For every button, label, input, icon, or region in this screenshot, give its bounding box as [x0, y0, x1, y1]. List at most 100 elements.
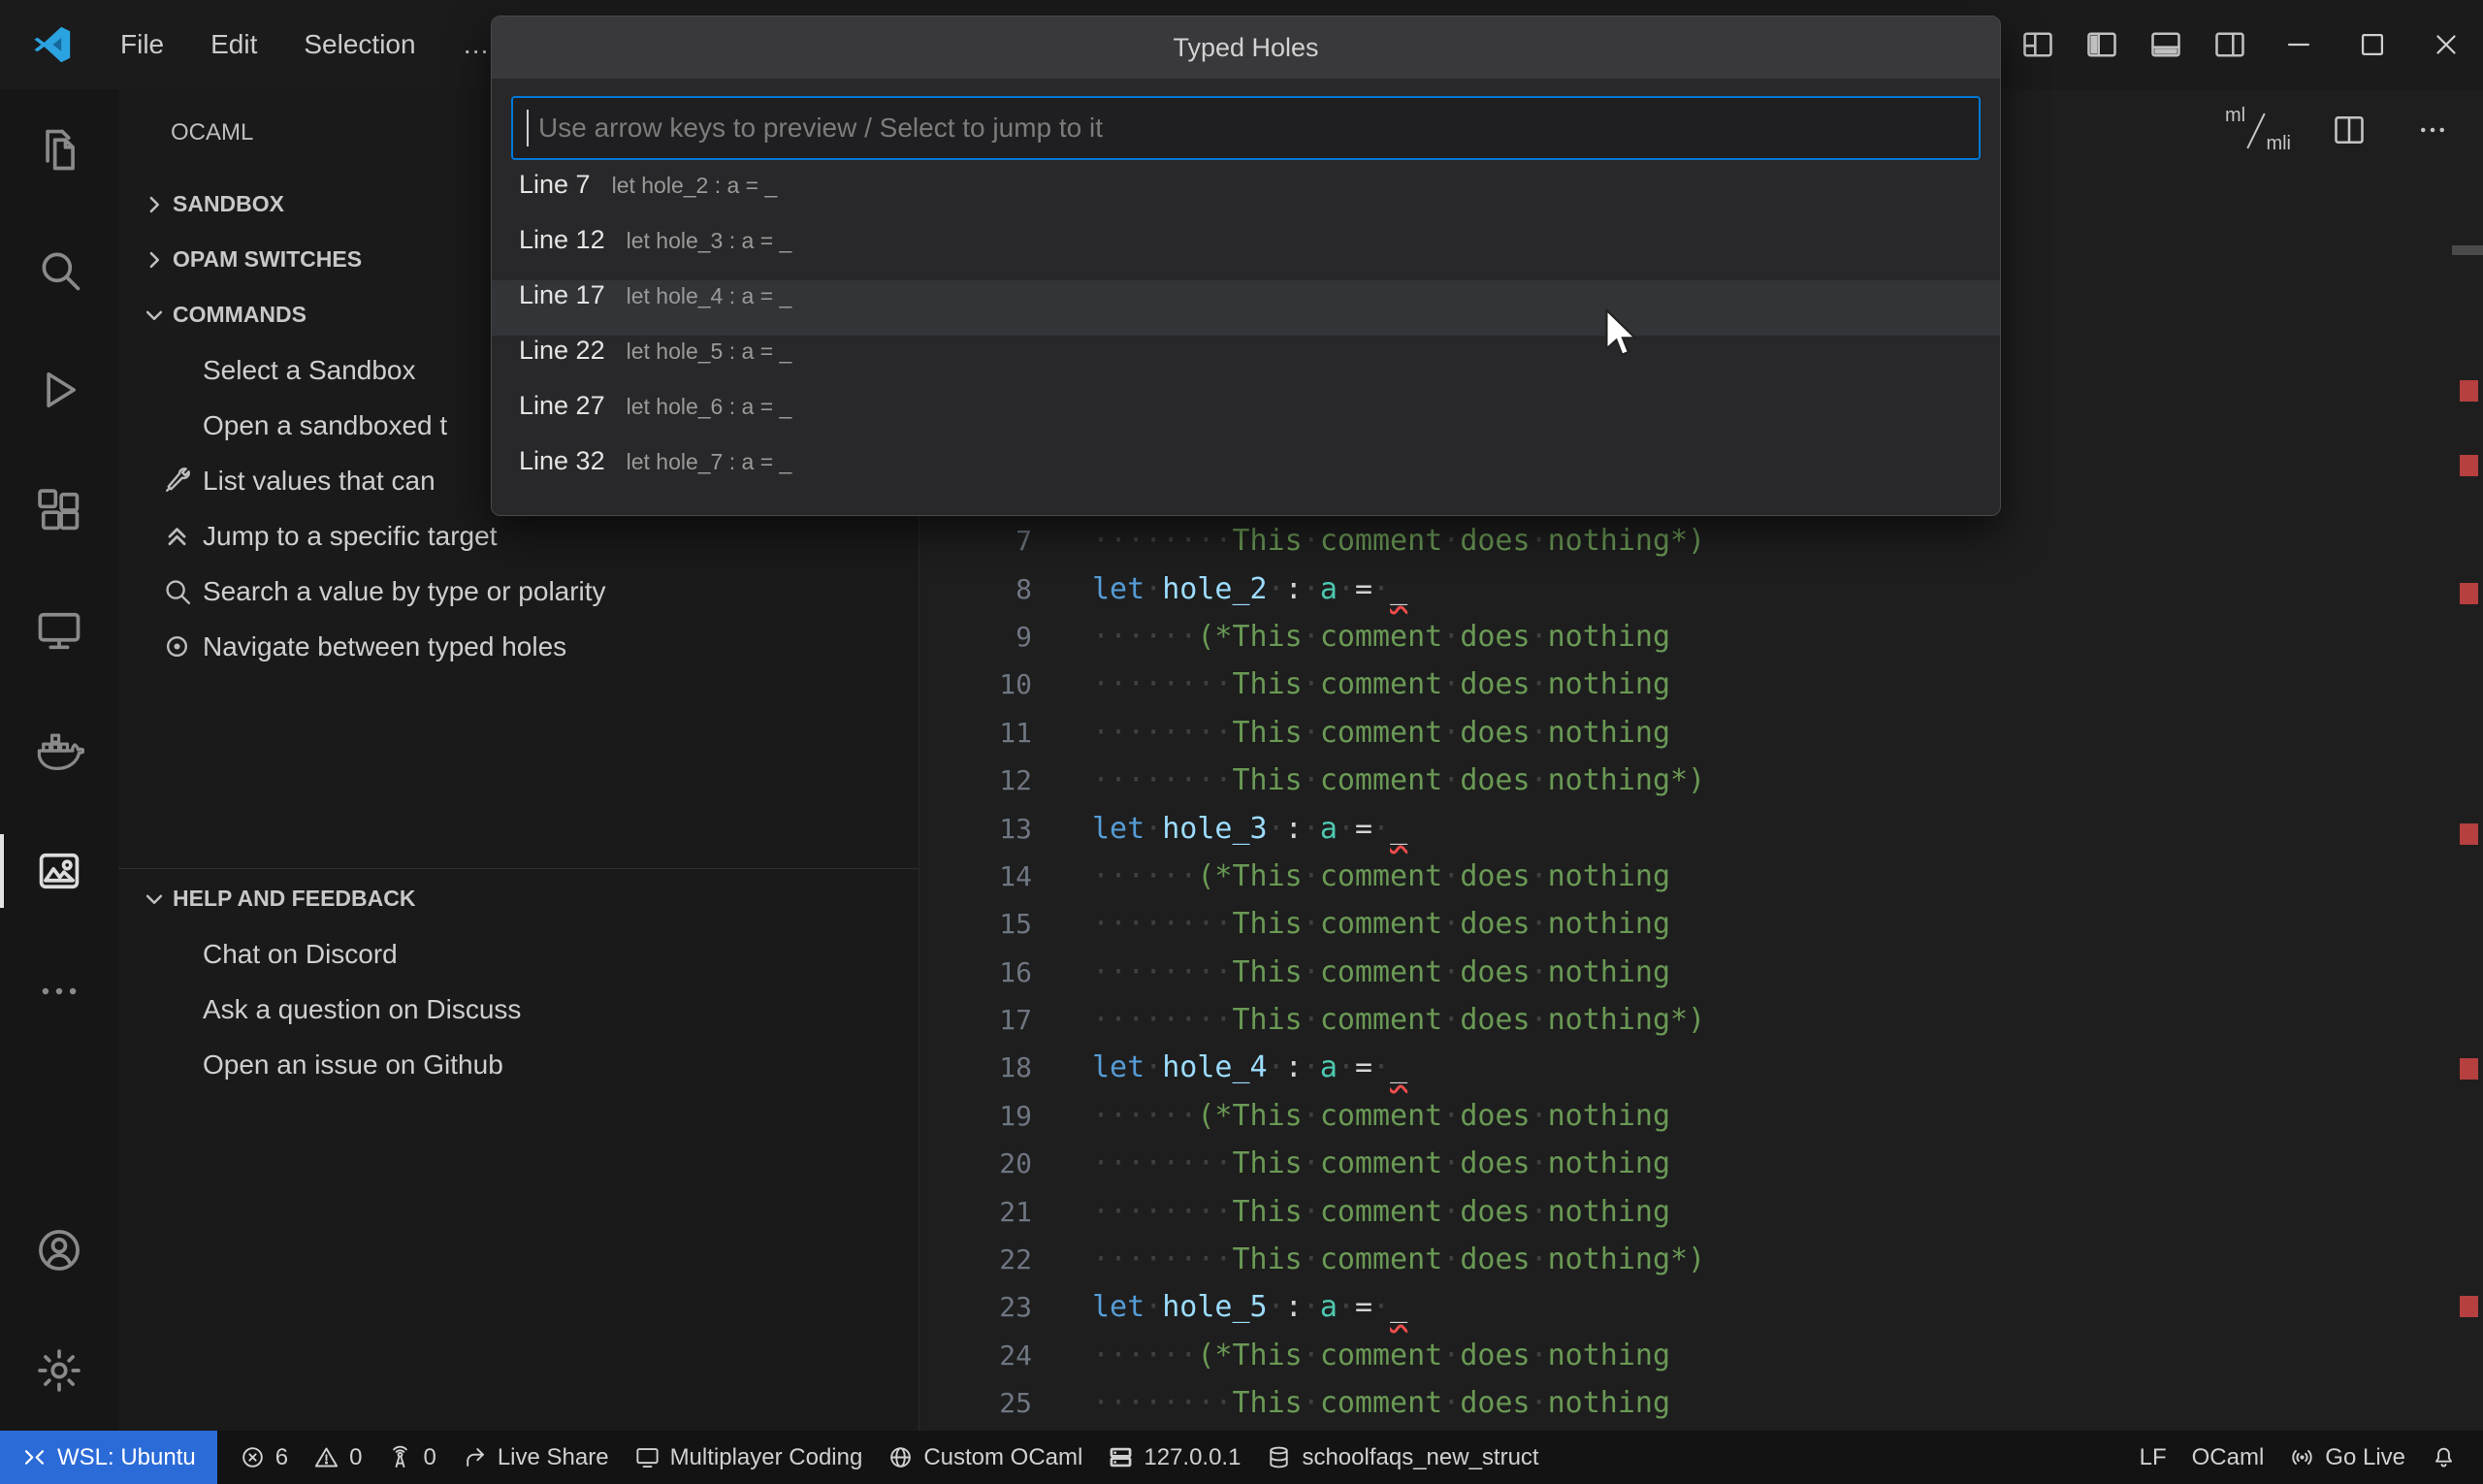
status-go-live[interactable]: Go Live [2276, 1431, 2418, 1484]
code-line-23[interactable]: 23let·hole_5·:·a·=·_ [919, 1283, 2444, 1331]
menu-file[interactable]: File [97, 16, 187, 74]
activity-more[interactable] [0, 931, 118, 1051]
activity-explorer[interactable] [0, 89, 118, 210]
quickpick-item-line-22[interactable]: Line 22 let hole_5 : a = _ [492, 336, 2000, 391]
activity-remote-explorer[interactable] [0, 570, 118, 691]
toggle-secondary-sidebar-icon[interactable] [2198, 13, 2262, 77]
status-language-mode[interactable]: OCaml [2179, 1431, 2277, 1484]
command-search-a-value-by-type-or-polarity[interactable]: Search a value by type or polarity [118, 564, 919, 619]
activity-run-debug[interactable] [0, 330, 118, 450]
line-number: 22 [919, 1243, 1032, 1275]
toggle-panel-icon[interactable] [2134, 13, 2198, 77]
code-line-18[interactable]: 18let·hole_4·:·a·=·_ [919, 1044, 2444, 1091]
close-button[interactable] [2409, 0, 2483, 89]
line-number: 12 [919, 764, 1032, 796]
code-line-19[interactable]: 19······(*This·comment·does·nothing [919, 1092, 2444, 1140]
command-label: Open a sandboxed t [203, 410, 447, 441]
status-local-ip[interactable]: 127.0.0.1 [1095, 1431, 1253, 1484]
status-notifications[interactable] [2418, 1431, 2469, 1484]
status-remote-indicator[interactable]: WSL: Ubuntu [0, 1431, 217, 1484]
status-label: schoolfaqs_new_struct [1302, 1444, 1538, 1471]
line-number: 15 [919, 908, 1032, 940]
command-label: List values that can [203, 466, 435, 497]
code-line-25[interactable]: 25········This·comment·does·nothing [919, 1379, 2444, 1427]
error-icon [240, 1444, 266, 1470]
code-line-11[interactable]: 11········This·comment·does·nothing [919, 709, 2444, 757]
quick-pick-input[interactable] [511, 96, 1981, 160]
code-line-13[interactable]: 13let·hole_3·:·a·=·_ [919, 804, 2444, 852]
command-navigate-between-typed-holes[interactable]: Navigate between typed holes [118, 619, 919, 674]
status-warnings[interactable]: 0 [301, 1431, 374, 1484]
quick-pick-input-wrap [511, 96, 1981, 160]
code-line-10[interactable]: 10········This·comment·does·nothing [919, 661, 2444, 708]
split-editor-icon[interactable] [2322, 103, 2376, 157]
command-jump-to-a-specific-target[interactable]: Jump to a specific target [118, 508, 919, 564]
activity-settings[interactable] [0, 1310, 118, 1431]
status-ports[interactable]: 0 [374, 1431, 448, 1484]
code-line-22[interactable]: 22 ········This·comment·does·nothing*) [919, 1236, 2444, 1283]
status-multiplayer-coding[interactable]: Multiplayer Coding [622, 1431, 876, 1484]
status-workspace-db[interactable]: schoolfaqs_new_struct [1253, 1431, 1551, 1484]
status-label: 6 [275, 1444, 288, 1471]
code-text: ········This·comment·does·nothing*) [1092, 524, 1705, 558]
command-open-an-issue-on-github[interactable]: Open an issue on Github [118, 1037, 919, 1092]
quickpick-item-detail: let hole_5 : a = _ [627, 339, 792, 365]
command-label: Jump to a specific target [203, 521, 497, 552]
code-line-24[interactable]: 24······(*This·comment·does·nothing [919, 1332, 2444, 1379]
maximize-button[interactable] [2336, 0, 2409, 89]
code-line-7[interactable]: 7········This·comment·does·nothing*) [919, 517, 2444, 565]
command-label: Navigate between typed holes [203, 631, 566, 662]
section-label: HELP AND FEEDBACK [173, 886, 415, 912]
minimize-button[interactable] [2262, 0, 2336, 89]
code-line-8[interactable]: 8let·hole_2·:·a·=·_ [919, 565, 2444, 612]
status-label: 127.0.0.1 [1144, 1444, 1241, 1471]
code-text: ········This·comment·does·nothing*) [1092, 1242, 1705, 1276]
quickpick-item-label: Line 27 [519, 391, 605, 421]
command-ask-a-question-on-discuss[interactable]: Ask a question on Discuss [118, 982, 919, 1037]
code-line-20[interactable]: 20········This·comment·does·nothing [919, 1140, 2444, 1187]
activity-extensions[interactable] [0, 450, 118, 570]
quickpick-item-label: Line 22 [519, 336, 605, 366]
activity-ocaml-platform[interactable] [0, 811, 118, 931]
menu-selection[interactable]: Selection [280, 16, 438, 74]
chevron-right-icon [140, 245, 169, 274]
code-line-9[interactable]: 9······(*This·comment·does·nothing [919, 613, 2444, 661]
activity-docker[interactable] [0, 691, 118, 811]
code-line-16[interactable]: 16········This·comment·does·nothing [919, 949, 2444, 996]
code-line-12[interactable]: 12········This·comment·does·nothing*) [919, 757, 2444, 804]
scrollbar-thumb[interactable] [2452, 245, 2483, 255]
quickpick-item-line-17[interactable]: Line 17let hole_4 : a = _ [492, 280, 2000, 336]
quickpick-item-line-32[interactable]: Line 32let hole_7 : a = _ [492, 446, 2000, 501]
status-errors[interactable]: 6 [227, 1431, 301, 1484]
status-live-share[interactable]: Live Share [449, 1431, 622, 1484]
screen-icon [634, 1444, 661, 1470]
code-line-15[interactable]: 15········This·comment·does·nothing [919, 900, 2444, 948]
ml-mli-toggle-icon[interactable]: ml mli [2223, 105, 2293, 155]
editor-actions: ml mli [2223, 103, 2460, 157]
hole-icon [161, 630, 193, 662]
quickpick-item-line-12[interactable]: Line 12let hole_3 : a = _ [492, 225, 2000, 280]
activity-search[interactable] [0, 210, 118, 330]
toggle-primary-sidebar-icon[interactable] [2070, 13, 2134, 77]
quickpick-item-detail: let hole_3 : a = _ [627, 228, 792, 254]
menu-edit[interactable]: Edit [187, 16, 280, 74]
customize-layout-icon[interactable] [2006, 13, 2070, 77]
code-line-21[interactable]: 21········This·comment·does·nothing [919, 1187, 2444, 1235]
activity-accounts[interactable] [0, 1190, 118, 1310]
quickpick-item-line-7[interactable]: Line 7let hole_2 : a = _ [492, 170, 2000, 225]
remote-explorer-icon [34, 605, 84, 656]
section-help-and-feedback[interactable]: HELP AND FEEDBACK [118, 871, 919, 926]
quickpick-item-label: Line 17 [519, 280, 605, 310]
vscode-logo-icon [29, 21, 76, 68]
status-bar: WSL: Ubuntu600Live ShareMultiplayer Codi… [0, 1431, 2483, 1484]
status-custom-ocaml[interactable]: Custom OCaml [875, 1431, 1095, 1484]
run-debug-icon [34, 365, 84, 415]
command-chat-on-discord[interactable]: Chat on Discord [118, 926, 919, 982]
code-text: ········This·comment·does·nothing [1092, 1195, 1670, 1229]
status-eol[interactable]: LF [2127, 1431, 2179, 1484]
quickpick-item-line-27[interactable]: Line 27let hole_6 : a = _ [492, 391, 2000, 446]
code-line-14[interactable]: 14······(*This·comment·does·nothing [919, 853, 2444, 900]
quickpick-item-detail: let hole_2 : a = _ [612, 173, 778, 199]
code-line-17[interactable]: 17········This·comment·does·nothing*) [919, 996, 2444, 1044]
more-actions-icon[interactable] [2405, 103, 2460, 157]
